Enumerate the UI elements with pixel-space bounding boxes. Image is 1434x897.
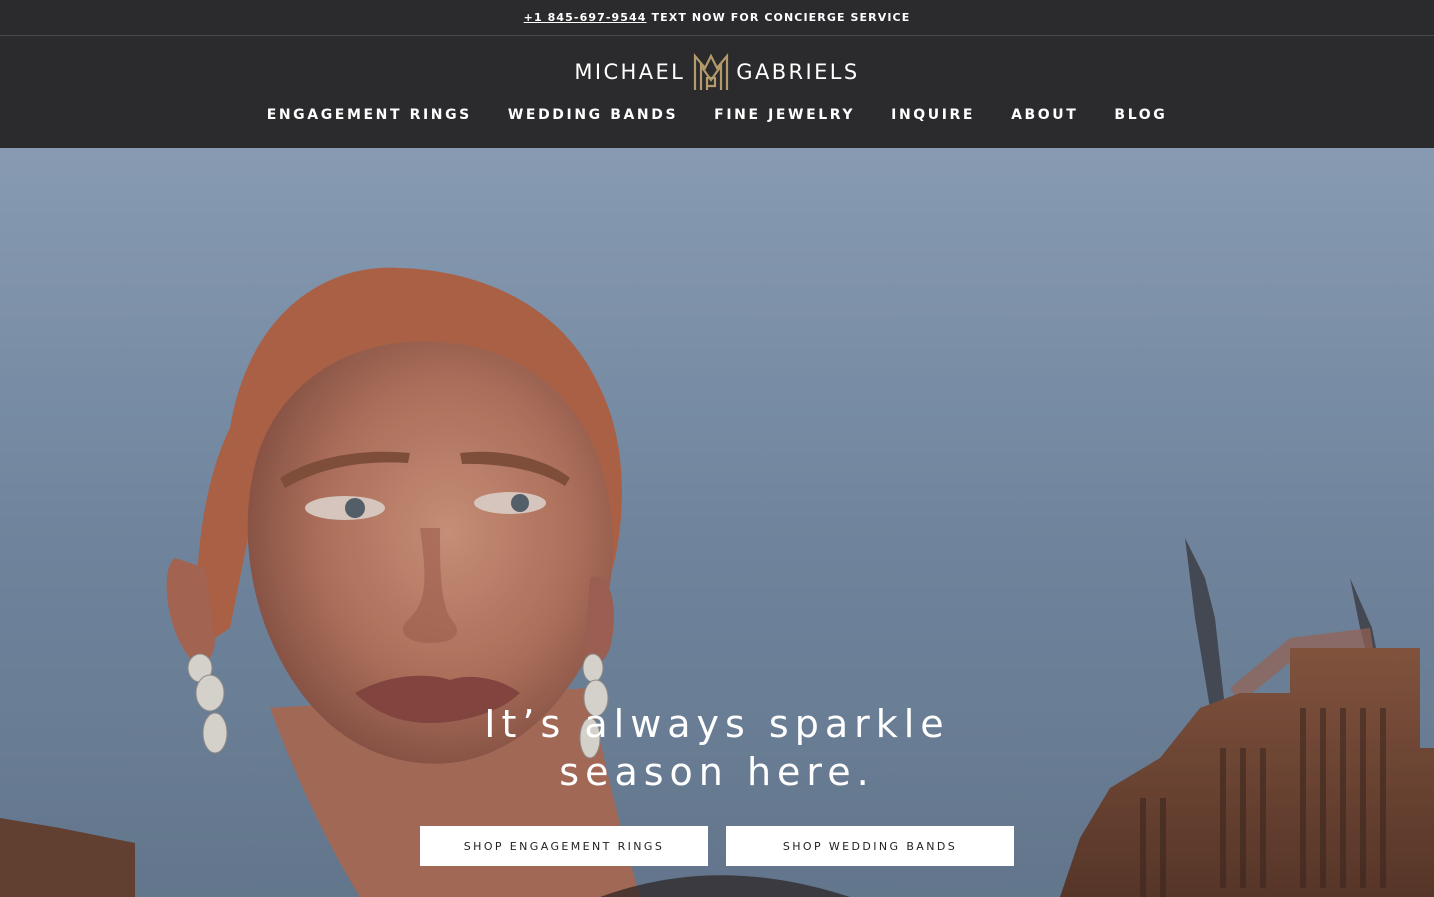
concierge-message: TEXT NOW FOR CONCIERGE SERVICE — [651, 11, 911, 24]
site-header: MICHAEL GABRIELS ENGAGEMENT RINGS WEDDIN… — [0, 36, 1434, 148]
brand-logo[interactable]: MICHAEL GABRIELS — [0, 52, 1434, 92]
nav-item-blog[interactable]: BLOG — [1096, 107, 1185, 123]
headline-line-1: It’s always sparkle — [484, 702, 950, 746]
nav-item-about[interactable]: ABOUT — [993, 107, 1096, 123]
monogram-logo-icon — [694, 52, 729, 90]
logo-text-left: MICHAEL — [574, 60, 686, 84]
nav-item-engagement-rings[interactable]: ENGAGEMENT RINGS — [249, 107, 490, 123]
shop-engagement-rings-button[interactable]: SHOP ENGAGEMENT RINGS — [420, 826, 708, 866]
main-nav: ENGAGEMENT RINGS WEDDING BANDS FINE JEWE… — [0, 107, 1434, 123]
hero-banner: It’s always sparkle season here. SHOP EN… — [0, 148, 1434, 897]
hero-headline: It’s always sparkle season here. — [0, 700, 1434, 796]
nav-item-inquire[interactable]: INQUIRE — [873, 107, 993, 123]
phone-link[interactable]: +1 845-697-9544 — [524, 11, 647, 24]
nav-item-fine-jewelry[interactable]: FINE JEWELRY — [696, 107, 873, 123]
announcement-bar: +1 845-697-9544 TEXT NOW FOR CONCIERGE S… — [0, 0, 1434, 36]
nav-item-wedding-bands[interactable]: WEDDING BANDS — [490, 107, 696, 123]
shop-wedding-bands-button[interactable]: SHOP WEDDING BANDS — [726, 826, 1014, 866]
headline-line-2: season here. — [559, 750, 875, 794]
logo-text-right: GABRIELS — [736, 60, 860, 84]
